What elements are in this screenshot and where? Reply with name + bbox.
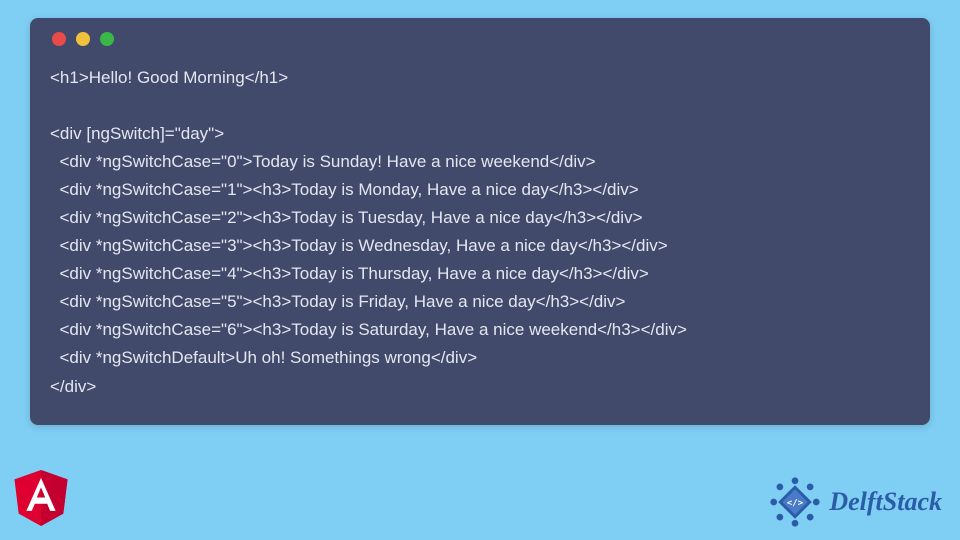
angular-logo [10,465,72,532]
svg-text:</>: </> [787,498,803,508]
code-content: <h1>Hello! Good Morning</h1> <div [ngSwi… [30,56,930,425]
window-titlebar [30,18,930,56]
minimize-icon [76,32,90,46]
maximize-icon [100,32,114,46]
delftstack-logo: </> DelftStack [767,474,942,530]
close-icon [52,32,66,46]
delftstack-icon: </> [767,474,823,530]
code-window: <h1>Hello! Good Morning</h1> <div [ngSwi… [30,18,930,425]
delftstack-text: DelftStack [829,487,942,517]
angular-icon [10,465,72,527]
